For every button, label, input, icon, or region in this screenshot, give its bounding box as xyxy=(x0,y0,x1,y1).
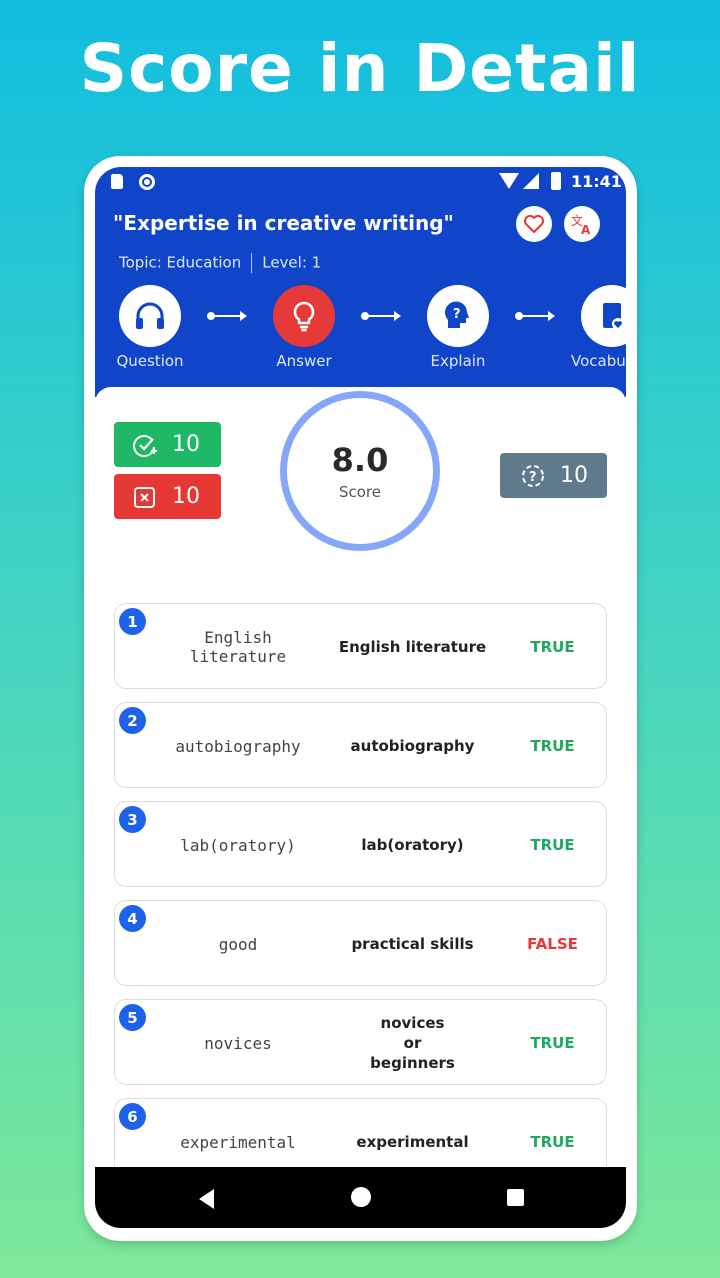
question-number: 3 xyxy=(119,806,146,833)
check-plus-icon xyxy=(133,434,157,457)
promo-headline: Score in Detail xyxy=(79,30,641,107)
x-box-icon xyxy=(134,486,155,508)
step-vocabulary-label: Vocabu xyxy=(571,352,626,370)
result-row[interactable]: 1 English literature English literature … xyxy=(114,603,607,689)
score-card: 10 10 8.0 Score ? 10 1 English literatur… xyxy=(95,387,626,1184)
step-explain-disc: ? xyxy=(427,285,489,347)
correct-count: 10 xyxy=(172,432,200,457)
question-number: 5 xyxy=(119,1004,146,1031)
result-status: TRUE xyxy=(530,737,575,755)
wifi-icon xyxy=(499,173,519,189)
question-number: 1 xyxy=(119,608,146,635)
level-label: Level: 1 xyxy=(262,253,322,272)
score-ring: 8.0 Score xyxy=(280,391,440,551)
meta-divider xyxy=(251,253,253,273)
lesson-title: "Expertise in creative writing" xyxy=(113,211,454,235)
user-answer: autobiography xyxy=(175,736,301,756)
step-vocabulary-disc xyxy=(581,285,626,347)
step-question-disc xyxy=(119,285,181,347)
step-answer[interactable]: Answer xyxy=(259,285,349,370)
svg-text:?: ? xyxy=(453,307,461,322)
step-answer-disc xyxy=(273,285,335,347)
svg-text:?: ? xyxy=(529,470,537,485)
step-arrow xyxy=(361,310,401,322)
step-question[interactable]: Question xyxy=(105,285,195,370)
status-time: 11:41 xyxy=(571,172,622,191)
wrong-count-badge: 10 xyxy=(114,474,221,519)
translate-icon: 文 A xyxy=(571,213,591,237)
translate-button[interactable]: 文 A xyxy=(564,206,600,242)
question-head-icon: ? xyxy=(445,301,469,328)
step-arrow xyxy=(207,310,247,322)
notification-dot-icon xyxy=(139,174,155,190)
correct-answer: practical skills xyxy=(351,935,474,953)
step-explain[interactable]: ? Explain xyxy=(413,285,503,370)
home-icon[interactable] xyxy=(351,1187,371,1207)
user-answer: good xyxy=(218,934,258,954)
question-number: 6 xyxy=(119,1103,146,1130)
correct-answer: novices or beginners xyxy=(370,1014,455,1072)
step-answer-label: Answer xyxy=(276,352,332,370)
header-panel: 11:41 "Expertise in creative writing" 文 … xyxy=(95,167,626,397)
app-screen: 11:41 "Expertise in creative writing" 文 … xyxy=(95,167,626,1228)
recent-apps-icon[interactable] xyxy=(507,1189,524,1206)
correct-answer: English literature xyxy=(338,638,487,656)
lightbulb-icon xyxy=(293,301,315,332)
score-value: 8.0 xyxy=(331,441,389,479)
headphones-icon xyxy=(136,302,164,329)
battery-icon xyxy=(551,172,561,190)
result-row[interactable]: 2 autobiography autobiography TRUE xyxy=(114,702,607,788)
phone-frame: 11:41 "Expertise in creative writing" 文 … xyxy=(84,156,637,1241)
result-status: TRUE xyxy=(530,638,575,656)
step-question-label: Question xyxy=(116,352,184,370)
user-answer: novices xyxy=(204,1033,272,1053)
result-status: TRUE xyxy=(530,1034,575,1052)
correct-answer: autobiography xyxy=(350,737,475,755)
result-row[interactable]: 5 novices novices or beginners TRUE xyxy=(114,999,607,1085)
result-row[interactable]: 3 lab(oratory) lab(oratory) TRUE xyxy=(114,801,607,887)
heart-icon xyxy=(524,215,544,233)
step-vocabulary[interactable]: Vocabu xyxy=(567,285,626,370)
back-icon[interactable] xyxy=(199,1189,214,1209)
sd-card-icon xyxy=(111,174,123,189)
status-bar: 11:41 xyxy=(95,167,626,197)
user-answer: English literature xyxy=(189,628,287,666)
wrong-count: 10 xyxy=(172,484,200,509)
favorite-button[interactable] xyxy=(516,206,552,242)
lesson-meta: Topic: Education Level: 1 xyxy=(119,253,321,273)
step-arrow xyxy=(515,310,555,322)
correct-answer: lab(oratory) xyxy=(361,836,464,854)
result-status: TRUE xyxy=(530,836,575,854)
user-answer: lab(oratory) xyxy=(180,835,296,855)
unanswered-count: 10 xyxy=(560,463,588,488)
book-icon xyxy=(603,303,624,330)
system-nav-bar xyxy=(95,1167,626,1228)
question-number: 2 xyxy=(119,707,146,734)
unanswered-count-badge: ? 10 xyxy=(500,453,607,498)
result-row[interactable]: 4 good practical skills FALSE xyxy=(114,900,607,986)
step-explain-label: Explain xyxy=(430,352,486,370)
correct-count-badge: 10 xyxy=(114,422,221,467)
result-status: FALSE xyxy=(527,935,578,953)
question-number: 4 xyxy=(119,905,146,932)
svg-text:A: A xyxy=(581,223,591,237)
score-label: Score xyxy=(338,483,381,501)
topic-label: Topic: Education xyxy=(119,253,242,272)
signal-icon xyxy=(523,173,539,189)
dashed-question-icon: ? xyxy=(522,464,544,487)
